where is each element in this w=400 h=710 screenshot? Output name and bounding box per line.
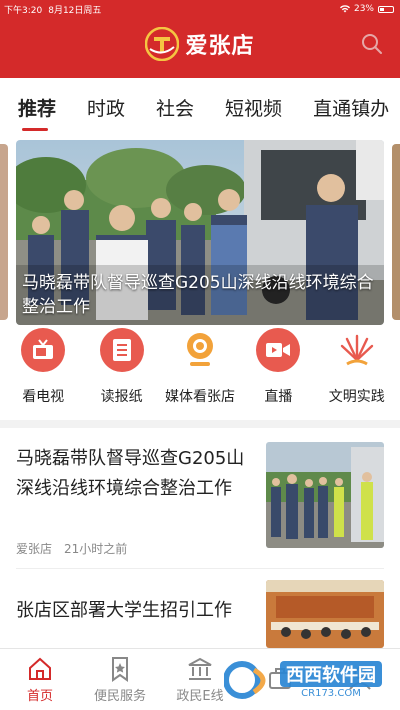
news-thumbnail [266, 442, 384, 548]
tab-short-video[interactable]: 短视频 [225, 94, 282, 121]
app-header: 下午3:20 8月12日周五 23% 爱张店 [0, 0, 400, 78]
civilization-practice-icon [334, 328, 379, 372]
app-name: 爱张店 [185, 34, 255, 59]
tab-recommend[interactable]: 推荐 [18, 94, 56, 121]
nav-label: 便民服务 [93, 688, 146, 704]
quick-link-label: 看电视 [22, 389, 65, 405]
category-tabs: 推荐 时政 社会 短视频 直通镇办 [0, 78, 400, 136]
status-time: 下午3:20 [4, 5, 43, 16]
tv-icon [21, 328, 66, 372]
bookmark-icon [112, 656, 128, 682]
news-title: 张店区部署大学生招引工作 [16, 600, 232, 621]
tab-politics[interactable]: 时政 [87, 94, 125, 121]
divider [16, 568, 384, 569]
battery-icon [378, 5, 394, 13]
quick-links: 看电视 读报纸 媒体看张店 直播 文明实践 [0, 328, 400, 420]
nav-services[interactable]: 便民服务 [80, 649, 160, 710]
banner-caption: 马晓磊带队督导巡查G205山深线沿线环境综合整治工作 [22, 273, 374, 317]
newspaper-icon [99, 328, 144, 372]
list-item[interactable]: 马晓磊带队督导巡查G205山深线沿线环境综合整治工作 爱张店 21小时之前 [0, 440, 400, 558]
quick-link-label: 文明实践 [328, 389, 385, 405]
brand: 爱张店 [0, 22, 400, 66]
banner-next-slide[interactable] [392, 144, 400, 320]
search-icon[interactable] [360, 32, 384, 56]
camera-icon [177, 328, 222, 372]
watermark-logo-icon [224, 661, 266, 699]
quick-link-media[interactable]: 媒体看张店 [161, 328, 239, 420]
tab-society[interactable]: 社会 [156, 94, 194, 121]
nav-label: 首页 [26, 688, 53, 704]
quick-link-civilization[interactable]: 文明实践 [318, 328, 396, 420]
wifi-icon [339, 5, 350, 13]
battery-percent: 23% [353, 4, 374, 14]
government-icon [188, 657, 212, 680]
zhangdian-logo-icon [145, 27, 180, 61]
active-tab-indicator [22, 128, 48, 131]
banner-prev-slide[interactable] [0, 144, 8, 320]
home-icon [29, 657, 51, 680]
watermark-title: 西西软件园 [280, 661, 382, 687]
status-bar: 下午3:20 8月12日周五 23% [4, 2, 394, 16]
quick-link-label: 媒体看张店 [164, 389, 235, 405]
watermark: 西西软件园 CR173.COM [224, 660, 382, 700]
nav-home[interactable]: 首页 [0, 649, 80, 710]
quick-link-newspaper[interactable]: 读报纸 [83, 328, 161, 420]
news-source: 爱张店 [16, 542, 53, 556]
news-thumbnail [266, 580, 384, 648]
banner-slide[interactable]: 马晓磊带队督导巡查G205山深线沿线环境综合整治工作 [16, 140, 384, 325]
quick-link-label: 读报纸 [100, 389, 143, 405]
news-time: 21小时之前 [64, 542, 128, 556]
live-video-icon [256, 328, 301, 372]
list-item[interactable]: 张店区部署大学生招引工作 [0, 578, 400, 648]
news-title: 马晓磊带队督导巡查G205山深线沿线环境综合整治工作 [16, 448, 245, 499]
nav-label: 政民E线 [176, 688, 224, 704]
watermark-url: CR173.COM [301, 688, 361, 699]
news-meta: 爱张店 21小时之前 [16, 540, 127, 557]
banner-carousel: 马晓磊带队督导巡查G205山深线沿线环境综合整治工作 [0, 136, 400, 328]
status-date: 8月12日周五 [48, 5, 102, 16]
quick-link-tv[interactable]: 看电视 [4, 328, 82, 420]
news-list: 马晓磊带队督导巡查G205山深线沿线环境综合整治工作 爱张店 21小时之前 张店… [0, 428, 400, 648]
quick-link-live[interactable]: 直播 [239, 328, 317, 420]
tab-town-office[interactable]: 直通镇办 [313, 94, 389, 121]
quick-link-label: 直播 [264, 389, 293, 405]
